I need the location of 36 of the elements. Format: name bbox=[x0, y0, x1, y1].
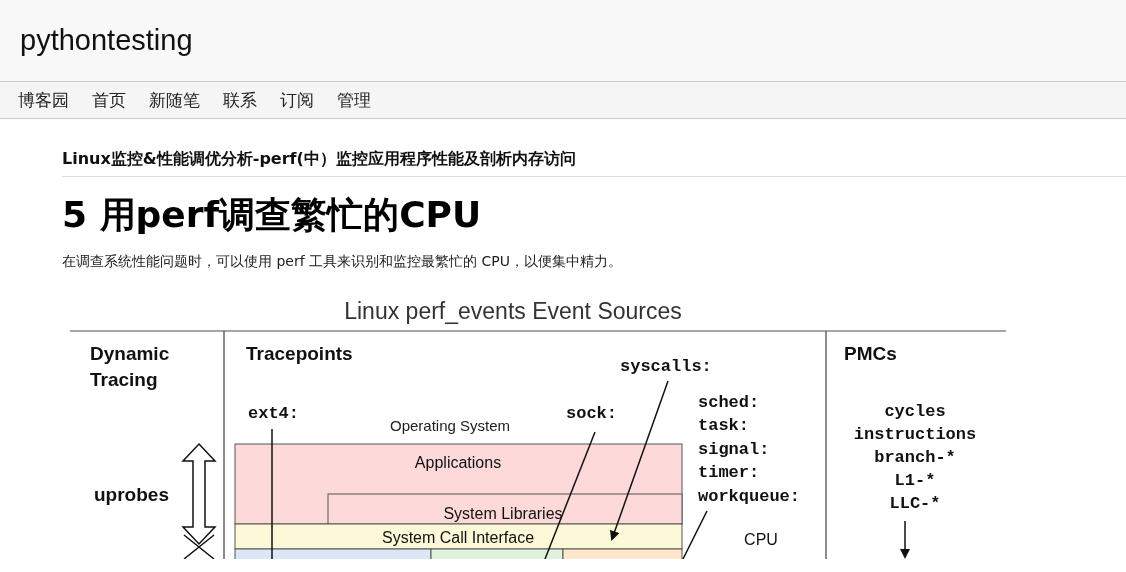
nav-link[interactable]: 首页 bbox=[92, 88, 126, 112]
tracepoint-label: sched: bbox=[698, 393, 760, 412]
column-heading: PMCs bbox=[844, 343, 897, 364]
tracepoint-label: signal: bbox=[698, 440, 770, 459]
pmc-event-label: LLC-* bbox=[889, 494, 941, 513]
post-title[interactable]: Linux监控&性能调优分析-perf(中）监控应用程序性能及剖析内存访问 bbox=[62, 149, 1126, 177]
nav-link[interactable]: 管理 bbox=[337, 88, 371, 112]
nav-link[interactable]: 博客园 bbox=[18, 88, 69, 112]
arrow bbox=[900, 520, 910, 559]
intro-paragraph: 在调查系统性能问题时，可以使用 perf 工具来识别和监控最繁忙的 CPU，以便集中精力。 bbox=[62, 253, 623, 271]
pmc-event-label: branch-* bbox=[874, 448, 956, 467]
layer-label: Applications bbox=[414, 454, 502, 471]
os-label: Operating System bbox=[389, 417, 511, 434]
tracepoint-label: task: bbox=[698, 416, 749, 435]
pmc-event-label: L1-* bbox=[894, 471, 936, 490]
layer-label: System Call Interface bbox=[381, 529, 535, 546]
pmc-event-label: cycles bbox=[884, 402, 946, 421]
diagram-title: Linux perf_events Event Sources bbox=[344, 298, 682, 324]
nav-link[interactable]: 联系 bbox=[223, 88, 257, 112]
pmc-event-label: instructions bbox=[853, 425, 977, 444]
nav-link[interactable]: 订阅 bbox=[280, 88, 314, 112]
tracepoint-label: sock: bbox=[566, 404, 617, 423]
column-heading: Dynamic Tracing bbox=[90, 343, 170, 390]
tracepoint-label: ext4: bbox=[248, 404, 299, 423]
nav-link[interactable]: 新随笔 bbox=[149, 88, 200, 112]
column-heading: Tracepoints bbox=[246, 343, 353, 364]
tracepoint-label: timer: bbox=[698, 463, 760, 482]
blog-title[interactable]: pythontesting bbox=[20, 24, 193, 57]
double-arrow-icon bbox=[181, 443, 217, 559]
tracepoint-label: workqueue: bbox=[698, 487, 801, 506]
layer-label: System Libraries bbox=[443, 505, 563, 522]
hardware-label: CPU bbox=[744, 531, 778, 548]
tracepoint-label: syscalls: bbox=[620, 357, 712, 376]
section-heading: 5 用perf调查繁忙的CPU bbox=[62, 193, 483, 237]
leader-line bbox=[682, 510, 708, 559]
probe-label: uprobes bbox=[94, 484, 169, 505]
